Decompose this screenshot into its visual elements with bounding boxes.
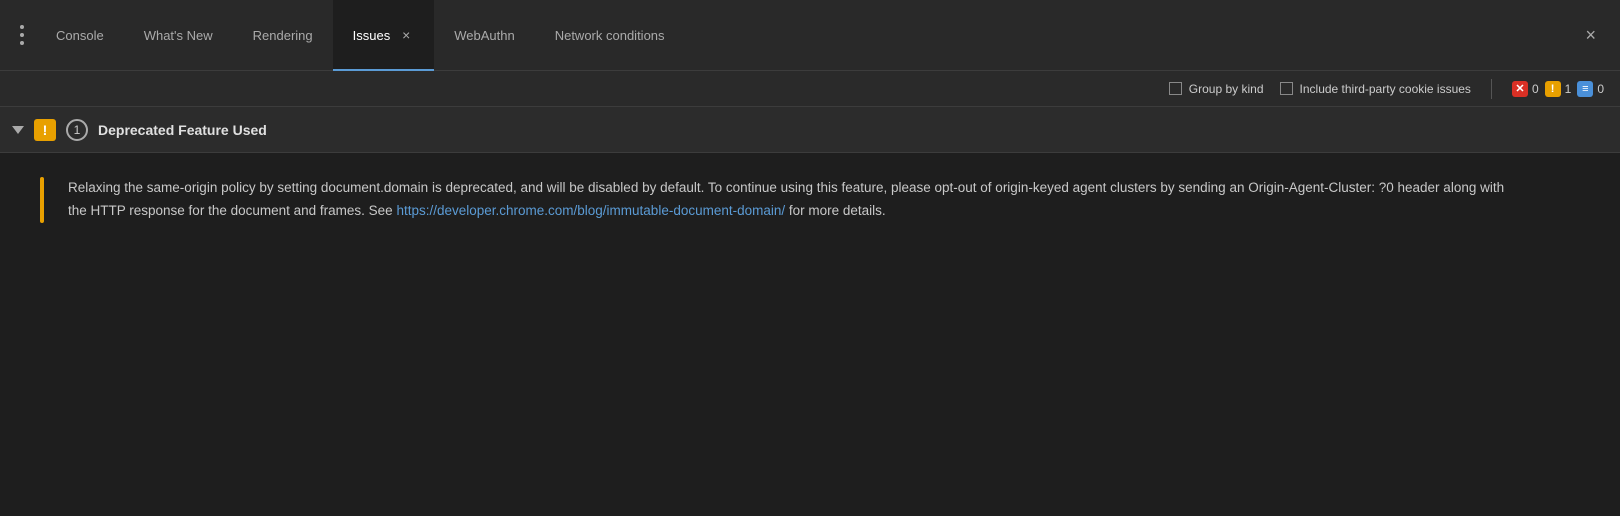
issue-group-header[interactable]: ! 1 Deprecated Feature Used bbox=[0, 107, 1620, 153]
info-badge-count: 0 bbox=[1597, 82, 1604, 96]
tab-rendering[interactable]: Rendering bbox=[233, 0, 333, 71]
close-panel-button[interactable]: × bbox=[1569, 25, 1612, 46]
error-badge: ✕ 0 bbox=[1512, 81, 1539, 97]
tab-issues-close[interactable]: × bbox=[398, 27, 414, 43]
chevron-down-icon bbox=[12, 126, 24, 134]
warning-badge-count: 1 bbox=[1565, 82, 1572, 96]
info-badge: ≡ 0 bbox=[1577, 81, 1604, 97]
warning-badge-icon: ! bbox=[1545, 81, 1561, 97]
info-badge-symbol: ≡ bbox=[1582, 83, 1588, 95]
tab-network-conditions-label: Network conditions bbox=[555, 28, 665, 43]
tab-whats-new[interactable]: What's New bbox=[124, 0, 233, 71]
tab-webauthn[interactable]: WebAuthn bbox=[434, 0, 534, 71]
dot1 bbox=[20, 25, 24, 29]
issue-link[interactable]: https://developer.chrome.com/blog/immuta… bbox=[396, 203, 785, 218]
issue-group-title: Deprecated Feature Used bbox=[98, 122, 267, 138]
tab-rendering-label: Rendering bbox=[253, 28, 313, 43]
warning-icon-badge: ! bbox=[34, 119, 56, 141]
error-badge-icon: ✕ bbox=[1512, 81, 1528, 97]
tab-issues[interactable]: Issues × bbox=[333, 0, 435, 71]
tab-bar: Console What's New Rendering Issues × We… bbox=[0, 0, 1620, 71]
include-third-party-label: Include third-party cookie issues bbox=[1300, 82, 1471, 96]
issue-text-part2: for more details. bbox=[785, 203, 886, 218]
issue-left-bar bbox=[40, 177, 44, 223]
group-by-kind-checkbox[interactable] bbox=[1169, 82, 1182, 95]
issues-content: ! 1 Deprecated Feature Used Relaxing the… bbox=[0, 107, 1620, 247]
issue-text: Relaxing the same-origin policy by setti… bbox=[68, 177, 1508, 223]
dot2 bbox=[20, 33, 24, 37]
group-by-kind-label: Group by kind bbox=[1189, 82, 1264, 96]
dot3 bbox=[20, 41, 24, 45]
tab-whats-new-label: What's New bbox=[144, 28, 213, 43]
tab-console-label: Console bbox=[56, 28, 104, 43]
error-badge-count: 0 bbox=[1532, 82, 1539, 96]
tab-issues-label: Issues bbox=[353, 28, 391, 43]
error-badge-symbol: ✕ bbox=[1515, 82, 1524, 95]
warning-badge-symbol: ! bbox=[1551, 83, 1555, 95]
issue-detail: Relaxing the same-origin policy by setti… bbox=[0, 153, 1620, 247]
badge-group: ✕ 0 ! 1 ≡ 0 bbox=[1512, 81, 1604, 97]
tab-console[interactable]: Console bbox=[36, 0, 124, 71]
tab-network-conditions[interactable]: Network conditions bbox=[535, 0, 685, 71]
warning-badge: ! 1 bbox=[1545, 81, 1572, 97]
tab-webauthn-label: WebAuthn bbox=[454, 28, 514, 43]
more-tabs-button[interactable] bbox=[8, 25, 36, 45]
issues-toolbar: Group by kind Include third-party cookie… bbox=[0, 71, 1620, 107]
issue-count: 1 bbox=[74, 123, 81, 137]
include-third-party-checkbox-label[interactable]: Include third-party cookie issues bbox=[1280, 82, 1471, 96]
toolbar-divider bbox=[1491, 79, 1492, 99]
issue-count-badge: 1 bbox=[66, 119, 88, 141]
group-by-kind-checkbox-label[interactable]: Group by kind bbox=[1169, 82, 1264, 96]
include-third-party-checkbox[interactable] bbox=[1280, 82, 1293, 95]
info-badge-icon: ≡ bbox=[1577, 81, 1593, 97]
